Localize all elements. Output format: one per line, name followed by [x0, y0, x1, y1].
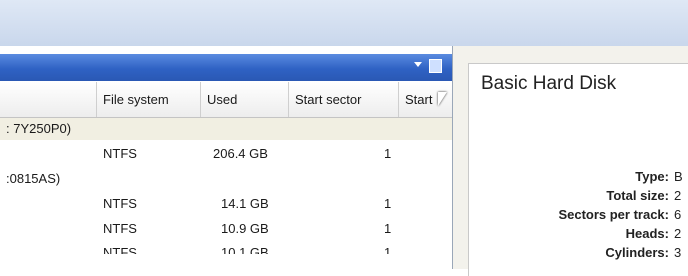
prop-label: Heads: [625, 226, 669, 241]
cell-start-sector: 1 [384, 196, 392, 211]
table-row[interactable]: NTFS 10.9 GB 1 [0, 218, 452, 240]
cell-start-sector: 1 [384, 221, 392, 236]
details-properties: Type: B Total size: 2 Sectors per track:… [468, 116, 688, 276]
cell-used: 10.1 GB [221, 245, 269, 254]
column-header: File system Used Start sector Start [0, 82, 452, 118]
chevron-down-icon[interactable] [414, 62, 422, 67]
details-header: Basic Hard Disk [468, 63, 688, 117]
cell-used: 206.4 GB [213, 146, 268, 161]
disk-group-row[interactable]: : 7Y250P0) [0, 118, 452, 140]
prop-value: B [674, 169, 683, 184]
col-header-name[interactable] [0, 82, 96, 117]
pin-icon[interactable] [429, 59, 442, 73]
prop-cylinders: Cylinders: 3 [469, 244, 688, 262]
disk-name: : 7Y250P0) [6, 121, 72, 136]
disk-group-row[interactable]: :0815AS) [0, 168, 452, 190]
prop-label: Type: [635, 169, 669, 184]
disk-table: : 7Y250P0) NTFS 206.4 GB 1 :0815AS) NTFS… [0, 118, 452, 269]
table-row[interactable]: NTFS 10.1 GB 1 [0, 242, 452, 254]
mouse-cursor-icon [438, 92, 447, 106]
prop-total-size: Total size: 2 [469, 187, 688, 205]
table-row[interactable]: NTFS 206.4 GB 1 [0, 143, 452, 165]
cell-file-system: NTFS [103, 146, 137, 161]
prop-heads: Heads: 2 [469, 225, 688, 243]
cell-file-system: NTFS [103, 221, 137, 236]
prop-sectors-per-track: Sectors per track: 6 [469, 206, 688, 224]
prop-value: 2 [674, 188, 682, 203]
col-header-used[interactable]: Used [200, 82, 288, 117]
prop-label: Cylinders: [605, 245, 669, 260]
cell-file-system: NTFS [103, 196, 137, 211]
cell-start-sector: 1 [384, 146, 392, 161]
details-title: Basic Hard Disk [481, 73, 617, 94]
table-row[interactable]: NTFS 14.1 GB 1 [0, 193, 452, 215]
prop-value: 3 [674, 245, 682, 260]
panel-titlebar [0, 54, 452, 81]
prop-value: 2 [674, 226, 682, 241]
cell-file-system: NTFS [103, 245, 137, 254]
cell-used: 14.1 GB [221, 196, 269, 211]
prop-label: Sectors per track: [558, 207, 669, 222]
cell-start-sector: 1 [384, 245, 392, 254]
disk-name: :0815AS) [6, 171, 61, 186]
prop-type: Type: B [469, 168, 688, 186]
disk-list-panel: File system Used Start sector Start : 7Y… [0, 46, 453, 269]
cell-used: 10.9 GB [221, 221, 269, 236]
top-toolbar-area [0, 0, 688, 47]
col-header-start-sector[interactable]: Start sector [288, 82, 398, 117]
col-header-file-system[interactable]: File system [96, 82, 200, 117]
disk-details-panel: Basic Hard Disk Type: B Total size: 2 Se… [453, 46, 688, 276]
prop-label: Total size: [606, 188, 669, 203]
prop-value: 6 [674, 207, 682, 222]
